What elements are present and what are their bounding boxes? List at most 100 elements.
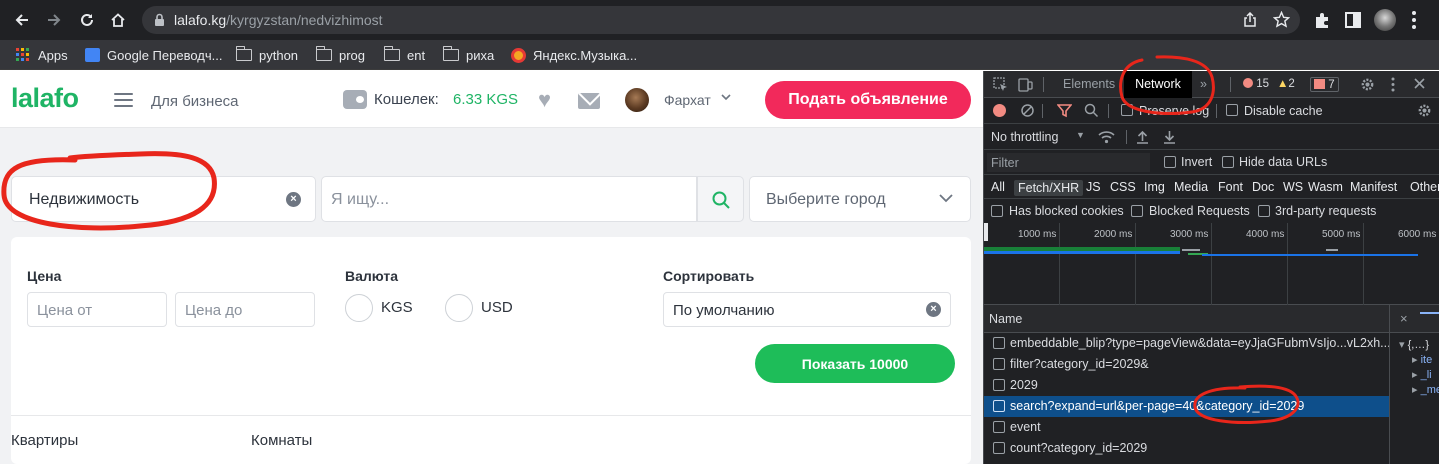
warning-count-badge[interactable]: ▲2 bbox=[1274, 77, 1298, 92]
name-column-header[interactable]: Name bbox=[984, 305, 1389, 333]
preserve-log-label[interactable]: Preserve log bbox=[1139, 104, 1209, 118]
settings-gear-icon[interactable] bbox=[1360, 77, 1375, 92]
bookmark-apps[interactable]: Apps bbox=[15, 45, 68, 65]
reload-icon[interactable] bbox=[76, 9, 98, 31]
filter-funnel-icon[interactable] bbox=[1057, 103, 1072, 118]
show-results-button[interactable]: Показать 10000 bbox=[755, 344, 955, 383]
filter-type-css[interactable]: CSS bbox=[1110, 180, 1136, 194]
issues-count-badge[interactable]: 7 bbox=[1310, 77, 1339, 92]
address-bar[interactable]: lalafo.kg/kyrgyzstan/nedvizhimost bbox=[142, 6, 1300, 34]
filter-type-all[interactable]: All bbox=[991, 180, 1005, 194]
filter-type-js[interactable]: JS bbox=[1086, 180, 1101, 194]
error-count-badge[interactable]: 15 bbox=[1240, 77, 1272, 92]
network-conditions-wifi-icon[interactable] bbox=[1098, 130, 1115, 144]
clear-log-icon[interactable] bbox=[1020, 103, 1035, 118]
request-row[interactable]: 2029 bbox=[984, 375, 1389, 396]
has-blocked-cookies-checkbox[interactable] bbox=[991, 205, 1003, 217]
bookmark-prog[interactable]: prog bbox=[315, 45, 365, 65]
hamburger-menu-icon[interactable] bbox=[114, 93, 133, 107]
request-row[interactable]: filter?category_id=2029& bbox=[984, 354, 1389, 375]
network-overview-timeline[interactable]: 1000 ms 2000 ms 3000 ms 4000 ms 5000 ms … bbox=[984, 223, 1439, 305]
more-options-kebab-icon[interactable] bbox=[1391, 77, 1395, 92]
bookmark-ent[interactable]: ent bbox=[383, 45, 425, 65]
request-row-selected[interactable]: search?expand=url&per-page=40&category_i… bbox=[984, 396, 1389, 417]
search-button[interactable] bbox=[697, 176, 744, 222]
clear-icon[interactable]: × bbox=[926, 302, 941, 317]
request-row[interactable]: event bbox=[984, 417, 1389, 438]
bookmark-star-icon[interactable] bbox=[1273, 11, 1290, 28]
close-icon[interactable]: × bbox=[1400, 311, 1408, 326]
device-toolbar-icon[interactable] bbox=[1018, 77, 1033, 92]
filter-type-img[interactable]: Img bbox=[1144, 180, 1165, 194]
clear-icon[interactable]: × bbox=[286, 192, 301, 207]
currency-usd-radio[interactable] bbox=[445, 294, 473, 322]
currency-kgs-radio[interactable] bbox=[345, 294, 373, 322]
blocked-requests-label[interactable]: Blocked Requests bbox=[1149, 204, 1250, 218]
lock-icon[interactable] bbox=[154, 13, 165, 27]
third-party-checkbox[interactable] bbox=[1258, 205, 1270, 217]
category-select[interactable]: Недвижимость × bbox=[11, 176, 316, 222]
timeline-handle[interactable] bbox=[984, 223, 988, 241]
filter-type-wasm[interactable]: Wasm bbox=[1308, 180, 1343, 194]
filter-type-font[interactable]: Font bbox=[1218, 180, 1243, 194]
filter-type-fetch-xhr[interactable]: Fetch/XHR bbox=[1014, 180, 1084, 196]
filter-type-other[interactable]: Other bbox=[1410, 180, 1439, 194]
more-tabs-chevron-icon[interactable]: » bbox=[1200, 71, 1207, 98]
currency-usd-label[interactable]: USD bbox=[481, 299, 513, 316]
preview-line[interactable]: ▸ _li bbox=[1412, 368, 1432, 381]
wallet-icon[interactable] bbox=[343, 90, 367, 109]
tab-elements[interactable]: Elements bbox=[1063, 71, 1115, 98]
search-icon[interactable] bbox=[1084, 103, 1099, 118]
filter-type-manifest[interactable]: Manifest bbox=[1350, 180, 1397, 194]
subcategory-rooms[interactable]: Комнаты bbox=[251, 432, 312, 449]
business-link[interactable]: Для бизнеса bbox=[151, 93, 239, 110]
export-har-icon[interactable] bbox=[1163, 129, 1176, 144]
disable-cache-checkbox[interactable] bbox=[1226, 104, 1238, 116]
record-icon[interactable] bbox=[993, 104, 1006, 117]
username[interactable]: Фархат bbox=[664, 92, 711, 108]
tab-network[interactable]: Network bbox=[1124, 71, 1192, 98]
bookmark-rikha[interactable]: рихa bbox=[442, 45, 494, 65]
inspect-element-icon[interactable] bbox=[993, 77, 1008, 92]
disable-cache-label[interactable]: Disable cache bbox=[1244, 104, 1323, 118]
filter-input[interactable]: Filter bbox=[987, 153, 1150, 172]
back-icon[interactable] bbox=[11, 9, 33, 31]
invert-label[interactable]: Invert bbox=[1181, 155, 1212, 169]
sidebar-icon[interactable] bbox=[1345, 12, 1361, 28]
favorites-heart-icon[interactable]: ♥ bbox=[538, 89, 551, 111]
hide-data-urls-checkbox[interactable] bbox=[1222, 156, 1234, 168]
bookmark-yandex-music[interactable]: Яндекс.Музыка... bbox=[510, 45, 637, 65]
price-from-input[interactable]: Цена от bbox=[27, 292, 167, 327]
dropdown-arrow-icon[interactable]: ▼ bbox=[1076, 130, 1085, 140]
filter-type-doc[interactable]: Doc bbox=[1252, 180, 1274, 194]
request-row[interactable]: count?category_id=2029 bbox=[984, 438, 1389, 459]
profile-avatar[interactable] bbox=[1374, 9, 1396, 31]
share-icon[interactable] bbox=[1242, 12, 1258, 28]
bookmark-google-translate[interactable]: Google Переводч... bbox=[84, 45, 222, 65]
invert-checkbox[interactable] bbox=[1164, 156, 1176, 168]
blocked-requests-checkbox[interactable] bbox=[1131, 205, 1143, 217]
extensions-icon[interactable] bbox=[1313, 11, 1331, 29]
messages-mail-icon[interactable] bbox=[578, 93, 600, 109]
currency-kgs-label[interactable]: KGS bbox=[381, 299, 413, 316]
import-har-icon[interactable] bbox=[1136, 129, 1149, 144]
close-icon[interactable] bbox=[1413, 77, 1426, 90]
chevron-down-icon[interactable] bbox=[720, 91, 732, 103]
menu-kebab-icon[interactable] bbox=[1411, 10, 1417, 30]
preview-line[interactable]: ▸ _me bbox=[1412, 383, 1439, 396]
wallet-balance[interactable]: 6.33 KGS bbox=[453, 91, 518, 108]
wallet-label[interactable]: Кошелек: bbox=[374, 91, 439, 108]
logo[interactable]: lalafo bbox=[11, 83, 79, 114]
preserve-log-checkbox[interactable] bbox=[1121, 104, 1133, 116]
request-row[interactable]: embeddable_blip?type=pageView&data=eyJja… bbox=[984, 333, 1389, 354]
subcategory-apartments[interactable]: Квартиры bbox=[11, 432, 78, 449]
search-input[interactable]: Я ищу... bbox=[321, 176, 697, 222]
bookmark-python[interactable]: python bbox=[235, 45, 298, 65]
post-ad-button[interactable]: Подать объявление bbox=[765, 81, 971, 119]
network-settings-gear-icon[interactable] bbox=[1417, 103, 1432, 118]
has-blocked-cookies-label[interactable]: Has blocked cookies bbox=[1009, 204, 1124, 218]
city-select[interactable]: Выберите город bbox=[749, 176, 971, 222]
user-avatar[interactable] bbox=[625, 88, 649, 112]
filter-type-media[interactable]: Media bbox=[1174, 180, 1208, 194]
filter-type-ws[interactable]: WS bbox=[1283, 180, 1303, 194]
